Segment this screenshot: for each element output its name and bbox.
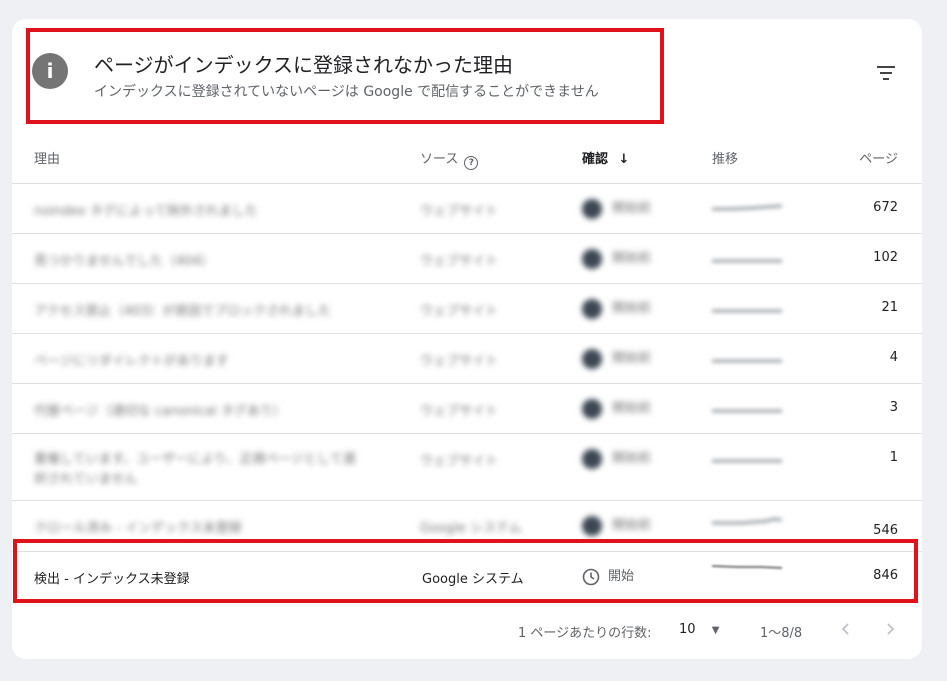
reason-cell: 重複しています。ユーザーにより、正規ページとして選択されていません xyxy=(34,452,356,487)
chevron-right-icon[interactable] xyxy=(882,619,898,639)
info-icon: i xyxy=(32,53,68,89)
column-header-source-label: ソース xyxy=(420,152,459,167)
validation-status: 開始前 xyxy=(612,251,652,266)
validation-cell: 開始前 xyxy=(582,397,651,419)
dropdown-arrow-icon: ▼ xyxy=(711,625,720,636)
rows-per-page-select[interactable]: 10 ▼ xyxy=(679,622,719,637)
rows-per-page-label: 1 ページあたりの行数: xyxy=(518,626,652,641)
sort-down-arrow-icon: ↓ xyxy=(618,152,630,167)
validation-cell: 開始前 xyxy=(582,347,651,369)
pages-count: 1 xyxy=(889,450,898,465)
rows-per-page-value: 10 xyxy=(679,622,696,637)
validation-status: 開始前 xyxy=(612,518,652,533)
pages-count: 4 xyxy=(889,350,898,365)
column-header-pages[interactable]: ページ xyxy=(859,148,898,167)
row-highlight-box xyxy=(13,539,918,603)
source-cell: ウェブサイト xyxy=(420,404,499,419)
trend-sparkline xyxy=(712,459,782,463)
table-row[interactable]: 代替ページ（適切な canonical タグあり） ウェブサイト 開始前 3 xyxy=(12,384,922,434)
source-cell: ウェブサイト xyxy=(420,204,499,219)
column-header-trend[interactable]: 推移 xyxy=(712,148,738,167)
column-header-validation-label: 確認 xyxy=(582,152,609,167)
source-cell: ウェブサイト xyxy=(420,454,499,469)
validation-cell: 開始前 xyxy=(582,197,651,219)
source-cell: ウェブサイト xyxy=(420,354,499,369)
column-header-reason[interactable]: 理由 xyxy=(34,148,60,167)
page-range: 1～8/8 xyxy=(760,626,803,641)
status-dot-icon xyxy=(582,348,602,369)
status-dot-icon xyxy=(582,398,602,419)
validation-cell: 開始前 xyxy=(582,297,651,319)
validation-status: 開始前 xyxy=(612,201,652,216)
table-row[interactable]: noindex タグによって除外されました ウェブサイト 開始前 672 xyxy=(12,184,922,234)
trend-sparkline xyxy=(712,409,782,413)
reason-cell: ページにリダイレクトがあります xyxy=(34,354,229,369)
status-dot-icon xyxy=(582,448,602,469)
status-dot-icon xyxy=(582,248,602,269)
validation-status: 開始前 xyxy=(612,301,652,316)
status-dot-icon xyxy=(582,198,602,219)
not-indexed-reasons-card: i ページがインデックスに登録されなかった理由 インデックスに登録されていないペ… xyxy=(12,19,922,659)
table-row[interactable]: アクセス禁止（403）が原因でブロックされました ウェブサイト 開始前 21 xyxy=(12,284,922,334)
chevron-left-icon[interactable] xyxy=(838,619,854,639)
status-dot-icon xyxy=(582,298,602,319)
table-row[interactable]: 見つかりませんでした（404） ウェブサイト 開始前 102 xyxy=(12,234,922,284)
filter-icon[interactable] xyxy=(876,65,896,81)
pages-count: 672 xyxy=(873,200,898,215)
validation-status: 開始前 xyxy=(612,401,652,416)
table-row[interactable]: 重複しています。ユーザーにより、正規ページとして選択されていません ウェブサイト… xyxy=(12,434,922,501)
trend-sparkline xyxy=(712,359,782,363)
trend-sparkline xyxy=(712,309,782,313)
trend-sparkline xyxy=(712,517,782,525)
column-header-validation[interactable]: 確認 ↓ xyxy=(582,148,629,167)
validation-cell: 開始前 xyxy=(582,447,651,469)
reason-cell: noindex タグによって除外されました xyxy=(34,204,258,219)
validation-cell: 開始前 xyxy=(582,247,651,269)
source-cell: ウェブサイト xyxy=(420,254,499,269)
trend-sparkline xyxy=(712,204,782,211)
validation-status: 開始前 xyxy=(612,451,652,466)
status-dot-icon xyxy=(582,515,602,536)
column-header-source[interactable]: ソース? xyxy=(420,148,479,170)
reason-cell: クロール済み - インデックス未登録 xyxy=(34,521,242,536)
pages-count: 546 xyxy=(873,523,898,538)
table-row[interactable]: ページにリダイレクトがあります ウェブサイト 開始前 4 xyxy=(12,334,922,384)
source-cell: ウェブサイト xyxy=(420,304,499,319)
reason-cell: アクセス禁止（403）が原因でブロックされました xyxy=(34,304,332,319)
pages-count: 3 xyxy=(889,400,898,415)
help-icon[interactable]: ? xyxy=(464,156,479,170)
card-title: ページがインデックスに登録されなかった理由 xyxy=(94,53,513,77)
validation-cell: 開始前 xyxy=(582,514,651,536)
pages-count: 102 xyxy=(873,250,898,265)
source-cell: Google システム xyxy=(420,521,522,536)
pages-count: 21 xyxy=(881,300,898,315)
trend-sparkline xyxy=(712,259,782,263)
card-subtitle: インデックスに登録されていないページは Google で配信することができません xyxy=(94,84,599,100)
validation-status: 開始前 xyxy=(612,351,652,366)
reason-cell: 見つかりませんでした（404） xyxy=(34,254,214,269)
reason-cell: 代替ページ（適切な canonical タグあり） xyxy=(34,404,286,419)
